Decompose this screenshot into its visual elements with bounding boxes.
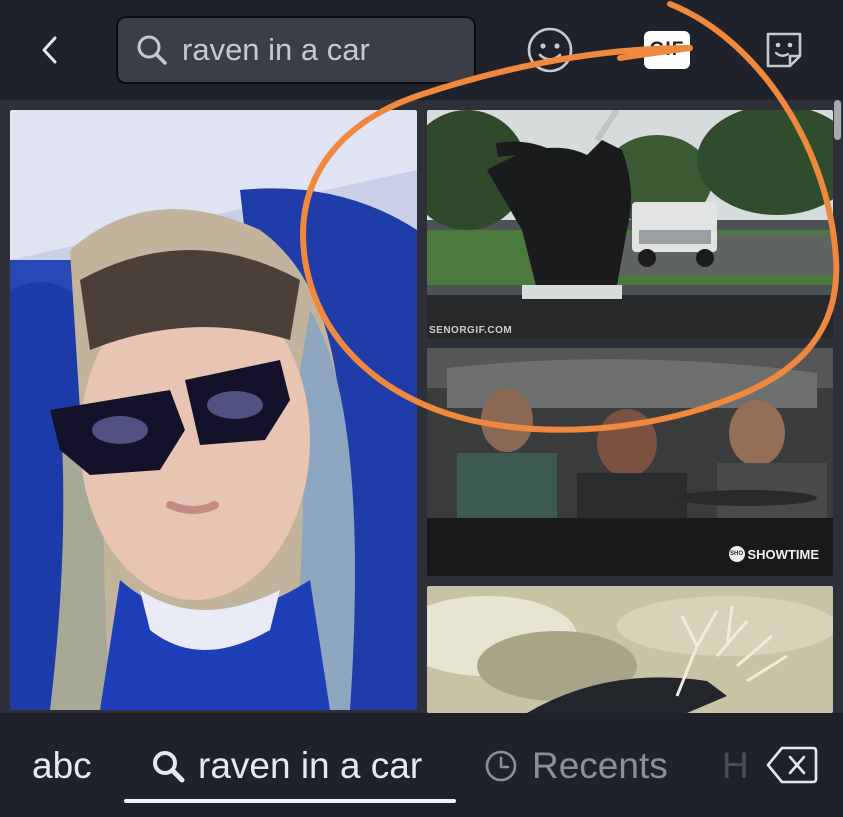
showtime-watermark: SHO SHOWTIME <box>728 546 820 562</box>
emoji-tab-button[interactable] <box>526 26 574 74</box>
gif-result-raven-windshield[interactable]: SENORGIF.COM <box>427 110 833 338</box>
tab-search-label: raven in a car <box>198 745 423 786</box>
keyboard-tab-bar: abc raven in a car Recents H <box>0 713 843 817</box>
gif-search-header: GIF <box>0 0 843 100</box>
results-scrollbar[interactable] <box>834 100 841 140</box>
tab-recents-label: Recents <box>532 745 668 786</box>
tab-partial-label: H <box>722 745 749 786</box>
search-icon <box>153 751 185 783</box>
tab-abc-label: abc <box>32 745 92 786</box>
clock-icon <box>485 750 517 782</box>
emoji-icon <box>527 27 573 73</box>
tab-search-query[interactable]: raven in a car <box>150 743 422 789</box>
tab-recents[interactable]: Recents <box>484 743 668 789</box>
sticker-icon <box>766 32 802 68</box>
gif-thumbnail-image <box>427 586 833 713</box>
backspace-button[interactable] <box>766 743 818 787</box>
search-icon <box>137 35 167 65</box>
gif-thumbnail-image <box>427 110 833 338</box>
gif-icon: GIF <box>644 31 690 69</box>
gif-watermark: SHOWTIME <box>747 546 820 562</box>
tab-abc[interactable]: abc <box>32 743 92 789</box>
search-input[interactable] <box>182 32 462 68</box>
backspace-icon <box>766 746 818 784</box>
gif-thumbnail-image <box>427 348 833 576</box>
gif-watermark: SENORGIF.COM <box>429 325 513 336</box>
gif-label: GIF <box>649 39 685 60</box>
gif-thumbnail-image <box>10 110 417 710</box>
gif-result-people-in-car[interactable]: SHO SHOWTIME <box>427 348 833 576</box>
showtime-logo-icon: SHO <box>728 546 745 562</box>
search-field[interactable] <box>116 16 476 84</box>
back-arrow-icon <box>42 36 57 64</box>
tab-partial[interactable]: H <box>722 743 749 789</box>
gif-tab-button[interactable]: GIF <box>643 26 691 74</box>
active-tab-indicator <box>124 799 456 803</box>
gif-result-raven-branches[interactable] <box>427 586 833 713</box>
sticker-tab-button[interactable] <box>760 26 808 74</box>
gif-result-woman-sunglasses[interactable] <box>10 110 417 710</box>
gif-results-grid: SENORGIF.COM SHO SHOWTIME <box>0 100 843 713</box>
back-button[interactable] <box>28 28 72 72</box>
